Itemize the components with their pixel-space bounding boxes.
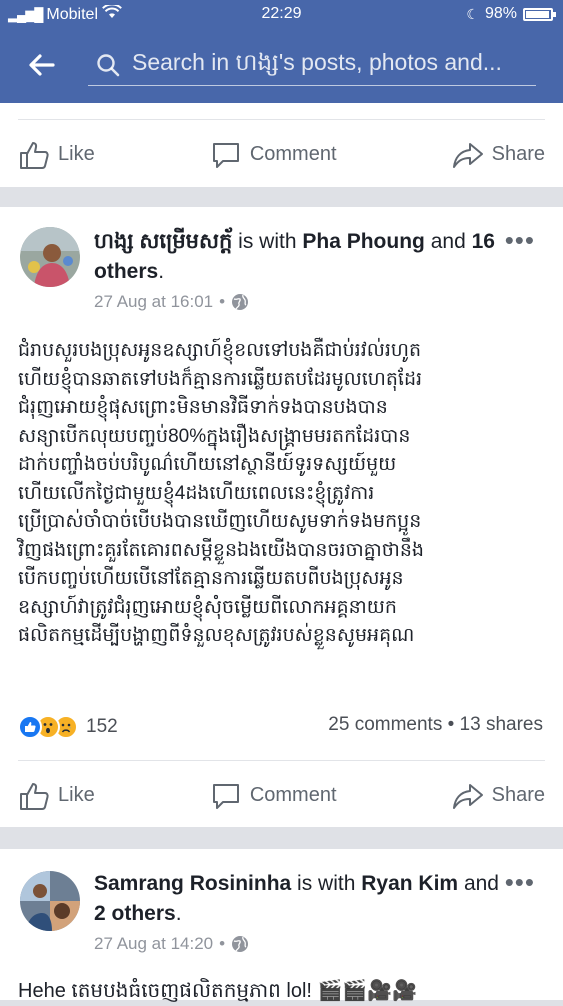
search-placeholder: Search in ហង្ស's posts, photos and... bbox=[132, 49, 502, 75]
tagged-name[interactable]: Ryan Kim bbox=[361, 872, 458, 895]
battery-label: 98% bbox=[484, 5, 517, 22]
and-text: and bbox=[463, 872, 499, 895]
more-options-icon[interactable]: ••• bbox=[505, 225, 535, 256]
comment-button[interactable]: Comment bbox=[210, 139, 337, 171]
author-name[interactable]: Samrang Rosininha bbox=[94, 872, 291, 895]
meta-separator: • bbox=[219, 934, 226, 953]
comment-label: Comment bbox=[249, 143, 337, 165]
comment-icon bbox=[212, 783, 239, 809]
post-date[interactable]: 27 Aug at 16:01 bbox=[94, 292, 213, 312]
like-button[interactable]: Like bbox=[18, 139, 95, 171]
post-card: Samrang Rosininha is with Ryan Kim and 2… bbox=[0, 849, 563, 1002]
post-meta: 27 Aug at 16:01 • bbox=[94, 292, 249, 312]
post-date[interactable]: 27 Aug at 14:20 bbox=[94, 934, 213, 954]
period-text: . bbox=[158, 260, 165, 283]
back-arrow-icon[interactable] bbox=[26, 50, 62, 82]
others-link[interactable]: 2 others bbox=[94, 902, 176, 925]
like-label: Like bbox=[58, 784, 95, 806]
search-input[interactable]: Search in ហង្ស's posts, photos and... bbox=[88, 42, 536, 86]
like-button[interactable]: Like bbox=[18, 780, 95, 812]
post-body: ជំរាបសួរបងប្រុសអូនឧស្សាហ៍ខ្ញុំខលទៅបងគឺជា… bbox=[18, 340, 424, 646]
avatar[interactable] bbox=[20, 227, 80, 287]
period-text: . bbox=[175, 902, 182, 925]
thumbs-up-icon bbox=[20, 141, 49, 169]
post-body: Hehe តេមបងធំចេញផលិតកម្មភាព lol! 🎬🎬🎥🎥 bbox=[18, 980, 418, 1002]
author-name[interactable]: ហង្ស សម្រើមសក្ត័ bbox=[94, 230, 232, 253]
share-label: Share bbox=[491, 143, 545, 165]
post-action-bar: Like Comment Share bbox=[18, 760, 545, 830]
search-header: Search in ហង្ស's posts, photos and... bbox=[0, 30, 563, 103]
counts-separator: • bbox=[447, 714, 460, 735]
comment-button[interactable]: Comment bbox=[210, 780, 337, 812]
meta-separator: • bbox=[219, 292, 226, 311]
moon-icon: ☾ bbox=[466, 5, 479, 22]
share-label: Share bbox=[491, 784, 545, 806]
battery-icon bbox=[523, 7, 556, 21]
post-author-line: Samrang Rosininha is with Ryan Kim and 2… bbox=[94, 869, 504, 929]
post-meta: 27 Aug at 14:20 • bbox=[94, 934, 249, 954]
shares-count[interactable]: 13 shares bbox=[460, 714, 543, 735]
previous-post-actions: Like Comment Share bbox=[0, 103, 563, 187]
with-text: is with bbox=[238, 230, 297, 253]
share-button[interactable]: Share bbox=[452, 139, 545, 171]
share-icon bbox=[452, 783, 483, 809]
status-bar: ▂▄▆█ Mobitel 22:29 ☾ 98% bbox=[0, 0, 563, 30]
like-label: Like bbox=[58, 143, 95, 165]
like-reaction-icon bbox=[18, 715, 42, 739]
and-text: and bbox=[430, 230, 466, 253]
post-author-line: ហង្ស សម្រើមសក្ត័ is with Pha Phoung and … bbox=[94, 227, 504, 287]
share-button[interactable]: Share bbox=[452, 780, 545, 812]
more-options-icon[interactable]: ••• bbox=[505, 867, 535, 898]
engagement-counts: 25 comments • 13 shares bbox=[328, 714, 543, 736]
with-text: is with bbox=[297, 872, 356, 895]
avatar[interactable] bbox=[20, 871, 80, 931]
post-card: ហង្ស សម្រើមសក្ត័ is with Pha Phoung and … bbox=[0, 207, 563, 827]
search-icon bbox=[97, 54, 120, 77]
globe-icon bbox=[232, 936, 249, 952]
reaction-count: 152 bbox=[86, 716, 118, 737]
comments-count[interactable]: 25 comments bbox=[328, 714, 442, 735]
tagged-name[interactable]: Pha Phoung bbox=[302, 230, 425, 253]
globe-icon bbox=[232, 294, 249, 310]
comment-icon bbox=[212, 142, 239, 168]
reaction-summary[interactable]: 152 bbox=[18, 712, 118, 742]
thumbs-up-icon bbox=[20, 782, 49, 810]
share-icon bbox=[452, 142, 483, 168]
comment-label: Comment bbox=[249, 784, 337, 806]
